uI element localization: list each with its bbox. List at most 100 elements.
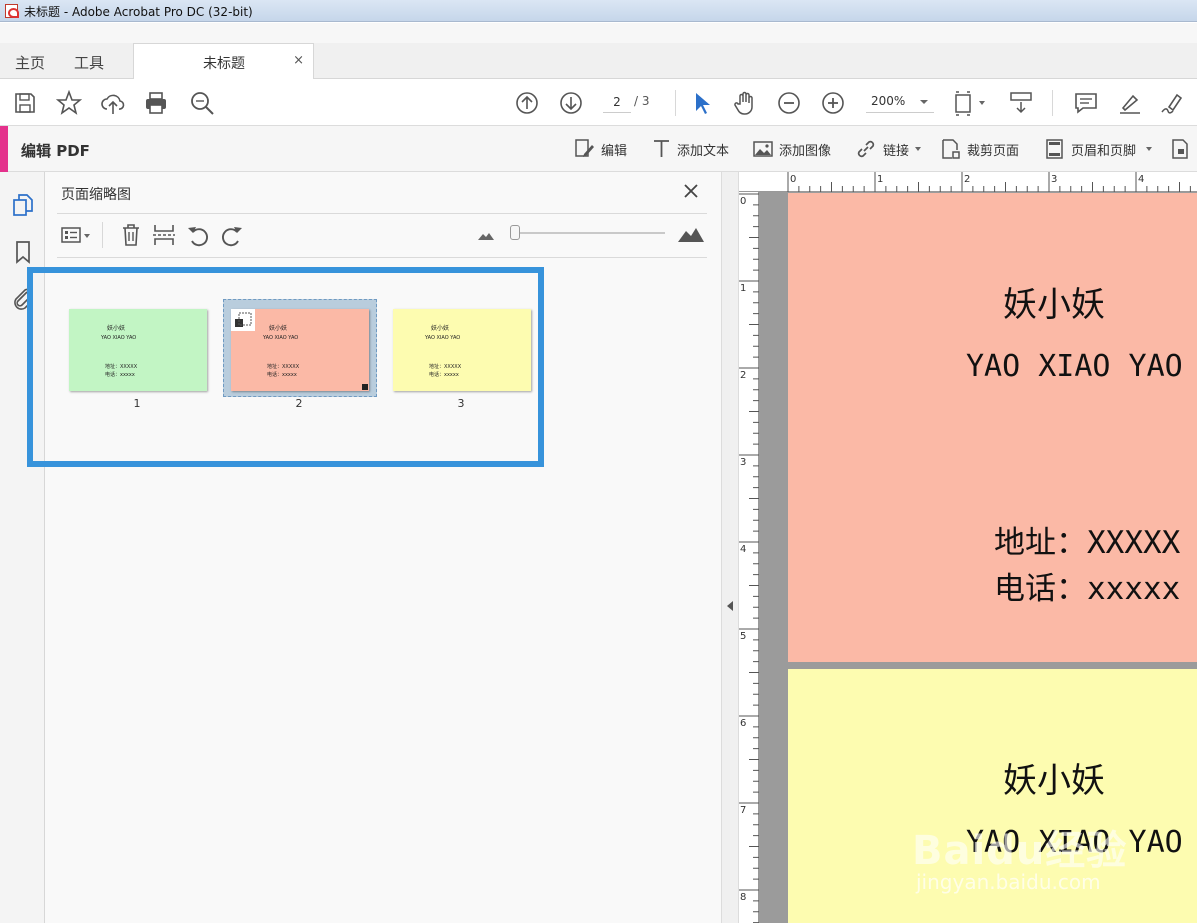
tab-document[interactable]: 未标题 ×: [133, 43, 314, 79]
rotate-right-icon[interactable]: [219, 222, 245, 248]
ruler-label: 4: [740, 544, 746, 555]
panel-splitter[interactable]: [721, 172, 739, 923]
panel-title: 页面缩略图: [61, 187, 131, 203]
select-arrow-icon[interactable]: [689, 90, 715, 116]
more-tools-button[interactable]: [1170, 126, 1197, 172]
ruler-label: 6: [740, 718, 746, 729]
thumb-page-number: 1: [133, 397, 141, 410]
thumbnail-size-slider-track[interactable]: [515, 232, 665, 234]
scroll-mode-icon[interactable]: [1008, 90, 1034, 116]
chevron-down-icon: [920, 100, 928, 104]
header-footer-button[interactable]: 页眉和页脚: [1044, 126, 1156, 172]
phone-label: 电话：: [994, 571, 1087, 607]
thumb-name: 妖小妖: [107, 325, 126, 332]
ruler-label: 8: [740, 892, 746, 903]
delete-page-icon[interactable]: [118, 222, 144, 248]
crop-icon: [942, 139, 960, 159]
print-icon[interactable]: [143, 90, 169, 116]
zoom-level-select[interactable]: 200%: [866, 91, 934, 113]
tab-home[interactable]: 主页: [15, 52, 45, 73]
document-icon: [1172, 139, 1188, 159]
close-panel-icon[interactable]: [682, 182, 700, 200]
sign-icon[interactable]: [1160, 90, 1186, 116]
zoom-in-icon[interactable]: [820, 90, 846, 116]
rotate-left-icon[interactable]: [185, 222, 211, 248]
edit-label: 编辑: [601, 144, 628, 159]
header-footer-label: 页眉和页脚: [1071, 144, 1137, 159]
bookmark-icon[interactable]: [10, 239, 36, 265]
tab-tools[interactable]: 工具: [74, 52, 104, 73]
panel-divider: [57, 213, 707, 214]
baidu-watermark: Baidu经验: [912, 828, 1128, 874]
card-phone: 电话：xxxxx: [994, 563, 1180, 608]
thumb-page-number: 3: [457, 397, 465, 410]
main-toolbar: / 3 200%: [0, 80, 1197, 126]
page-thumbnail-2[interactable]: 妖小妖 YAO XIAO YAO 地址：XXXXX 电话：xxxxx: [231, 309, 369, 391]
options-menu-icon[interactable]: [59, 222, 99, 248]
ruler-label: 0: [790, 174, 796, 185]
title-bar: 未标题 - Adobe Acrobat Pro DC (32-bit): [0, 0, 1197, 22]
arrow-down-circle-icon[interactable]: [558, 90, 584, 116]
ruler-label: 2: [964, 174, 970, 185]
edit-pdf-accent: [0, 126, 8, 172]
toolbar-divider: [1052, 90, 1053, 116]
comment-icon[interactable]: [1073, 90, 1099, 116]
resize-handle[interactable]: [362, 384, 368, 390]
cloud-upload-icon[interactable]: [100, 90, 126, 116]
highlighter-icon[interactable]: [1117, 90, 1143, 116]
search-icon[interactable]: [189, 90, 215, 116]
thumb-phone: 电话：xxxxx: [429, 372, 459, 378]
ruler-label: 3: [1051, 174, 1057, 185]
document-view[interactable]: 0 1 2 3 4 0 1 2 3 4 5 6 7 8 妖小妖 YAO XIAO YAO 地址：XXXX…: [739, 172, 1197, 923]
link-label: 链接: [883, 144, 910, 159]
link-button[interactable]: 链接: [855, 126, 925, 172]
save-icon[interactable]: [12, 90, 38, 116]
address-label: 地址：: [994, 525, 1087, 561]
card-name: 妖小妖: [1003, 761, 1105, 801]
page-thumbnail-3[interactable]: 妖小妖 YAO XIAO YAO 地址：XXXXX 电话：xxxxx: [393, 309, 531, 391]
add-text-label: 添加文本: [677, 144, 730, 159]
thumbnail-size-slider-handle[interactable]: [510, 225, 520, 240]
star-icon[interactable]: [56, 90, 82, 116]
ruler-label: 1: [877, 174, 883, 185]
page-thumbnail-1[interactable]: 妖小妖 YAO XIAO YAO 地址：XXXXX 电话：xxxxx: [69, 309, 207, 391]
thumb-phone: 电话：xxxxx: [105, 372, 135, 378]
crop-pages-button[interactable]: 裁剪页面: [940, 126, 1030, 172]
add-text-button[interactable]: 添加文本: [651, 126, 739, 172]
window-title: 未标题 - Adobe Acrobat Pro DC (32-bit): [24, 5, 253, 19]
zoom-out-icon[interactable]: [776, 90, 802, 116]
thumb-en-name: YAO XIAO YAO: [101, 335, 137, 341]
fit-page-icon[interactable]: [952, 90, 988, 116]
thumb-name: 妖小妖: [269, 325, 288, 332]
phone-value: xxxxx: [1087, 571, 1181, 607]
baidu-watermark-url: jingyan.baidu.com: [916, 870, 1101, 894]
edit-button[interactable]: 编辑: [574, 126, 634, 172]
ruler-label: 0: [740, 196, 746, 207]
crop-pages-label: 裁剪页面: [967, 144, 1020, 159]
document-page-2[interactable]: 妖小妖 YAO XIAO YAO 地址：XXXXX 电话：xxxxx: [788, 193, 1197, 662]
close-tab-icon[interactable]: ×: [293, 53, 304, 68]
ruler-label: 3: [740, 457, 746, 468]
zoom-larger-thumbnails-icon[interactable]: [677, 222, 704, 248]
header-footer-icon: [1046, 139, 1063, 159]
ruler-label: 4: [1138, 174, 1144, 185]
hand-icon[interactable]: [732, 90, 758, 116]
arrow-up-circle-icon[interactable]: [514, 90, 540, 116]
collapse-panel-icon[interactable]: [727, 601, 733, 611]
ruler-label: 5: [740, 631, 746, 642]
page-thumbnails-icon[interactable]: [10, 192, 36, 218]
text-icon: [654, 140, 669, 157]
image-icon: [753, 141, 773, 157]
add-image-label: 添加图像: [779, 144, 832, 159]
toolbar-divider: [675, 90, 676, 116]
zoom-smaller-thumbnails-icon[interactable]: [475, 222, 501, 248]
page-number-input[interactable]: [603, 91, 631, 113]
acrobat-app-icon: [5, 4, 19, 18]
vertical-ruler: 0 1 2 3 4 5 6 7 8: [739, 192, 759, 923]
thumb-address: 地址：XXXXX: [429, 364, 462, 370]
link-icon: [857, 140, 875, 158]
panel-toolbar-divider: [102, 222, 103, 248]
add-image-button[interactable]: 添加图像: [752, 126, 842, 172]
chevron-down-icon: [915, 147, 921, 151]
extract-pages-icon[interactable]: [151, 222, 177, 248]
